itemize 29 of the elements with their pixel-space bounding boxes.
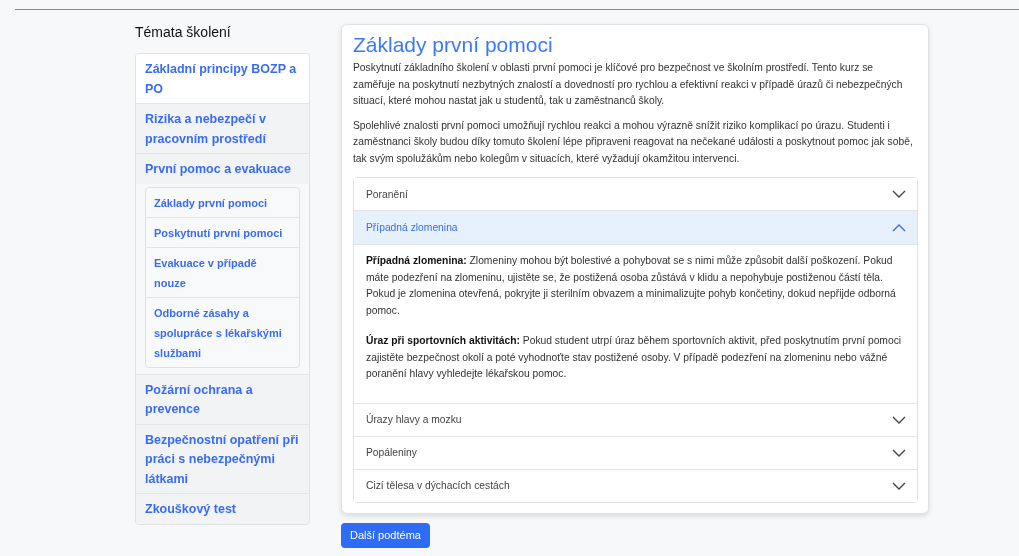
- accordion-paragraph: Úraz při sportovních aktivitách: Pokud student utrpí úraz během sportovních aktivit, před poskytnutím první pomoci zajistěte bezpečnost okolí a poté vyhodnoťte stav postižené osoby. V případě podezření na zlomeninu nebo vážné poranění hlavy vyhledejte lékařskou pomoc.: [366, 333, 903, 381]
- sidebar-item[interactable]: Rizika a nebezpečí v pracovním prostředí: [136, 103, 309, 153]
- accordion-header[interactable]: Případná zlomenina: [354, 210, 917, 244]
- chevron-down-icon: [892, 481, 906, 490]
- accordion-header[interactable]: Cizí tělesa v dýchacích cestách: [354, 468, 917, 502]
- sidebar-title: Témata školení: [135, 24, 232, 40]
- chevron-down-icon: [892, 190, 906, 198]
- subtopic-item[interactable]: Poskytnutí první pomoci: [146, 216, 299, 247]
- sidebar-item[interactable]: Bezpečnostní opatření při práci s nebezpečnými látkami: [136, 423, 309, 493]
- sidebar-item[interactable]: Zkouškový test: [136, 493, 309, 524]
- accordion-title: Úrazy hlavy a mozku: [366, 414, 462, 425]
- chevron-up-icon: [892, 223, 906, 232]
- sidebar-item[interactable]: Požární ochrana a prevence: [136, 373, 309, 424]
- accordion-title: Popáleniny: [366, 447, 417, 458]
- sidebar-item[interactable]: Základní principy BOZP a PO: [136, 54, 309, 103]
- accordion-title: Případná zlomenina: [366, 222, 458, 233]
- accordion-paragraph: Případná zlomenina: Zlomeniny mohou být bolestivé a pohybovat se s nimi může způsobit další poškození. Pokud máte podezření na zlomeninu, ujistěte se, že postižená osoba zůstává v klidu a nepohybuje postiženou částí těla. Pokud je zlomenina otevřená, pokryjte ji sterilním obvazem a minimalizujte pohyb končetiny, dokud nepřijde odborná pomoc.: [366, 254, 897, 318]
- subtopic-item[interactable]: Odborné zásahy a spolupráce s lékařskými službami: [146, 296, 299, 367]
- accordion-title: Cizí tělesa v dýchacích cestách: [366, 480, 510, 491]
- intro-paragraph: Spolehlivé znalosti první pomoci umožňují rychlou reakci a mohou výrazně snížit riziko komplikací po úrazu. Studenti i zaměstnanci školy budou díky tomuto školení lépe připraveni reagovat na nečekané události a poskytnout pomoc jak sobě, tak svým spolužákům nebo kolegům v situacích, které vyžadují okamžitou intervenci.: [353, 118, 914, 166]
- subtopic-item[interactable]: Základy první pomoci: [146, 187, 299, 217]
- sidebar-item[interactable]: První pomoc a evakuace: [136, 153, 309, 184]
- next-subtopic-button[interactable]: Další podtéma: [341, 522, 430, 548]
- accordion-title: Poranění: [366, 188, 408, 200]
- chevron-down-icon: [892, 448, 906, 457]
- intro-paragraph: Poskytnutí základního školení v oblasti první pomoci je klíčové pro bezpečnost ve školním prostředí. Tento kurz se zaměřuje na poskytnutí nezbytných znalostí a dovedností pro rychlou a efektivní reakci v případě úrazů či nebezpečných situací, které mohou nastat jak u studentů, tak u zaměstnanců školy.: [353, 61, 904, 108]
- subtopic-item[interactable]: Evakuace v případě nouze: [146, 246, 299, 297]
- page-title: Základy první pomoci: [353, 33, 554, 57]
- chevron-down-icon: [892, 415, 906, 424]
